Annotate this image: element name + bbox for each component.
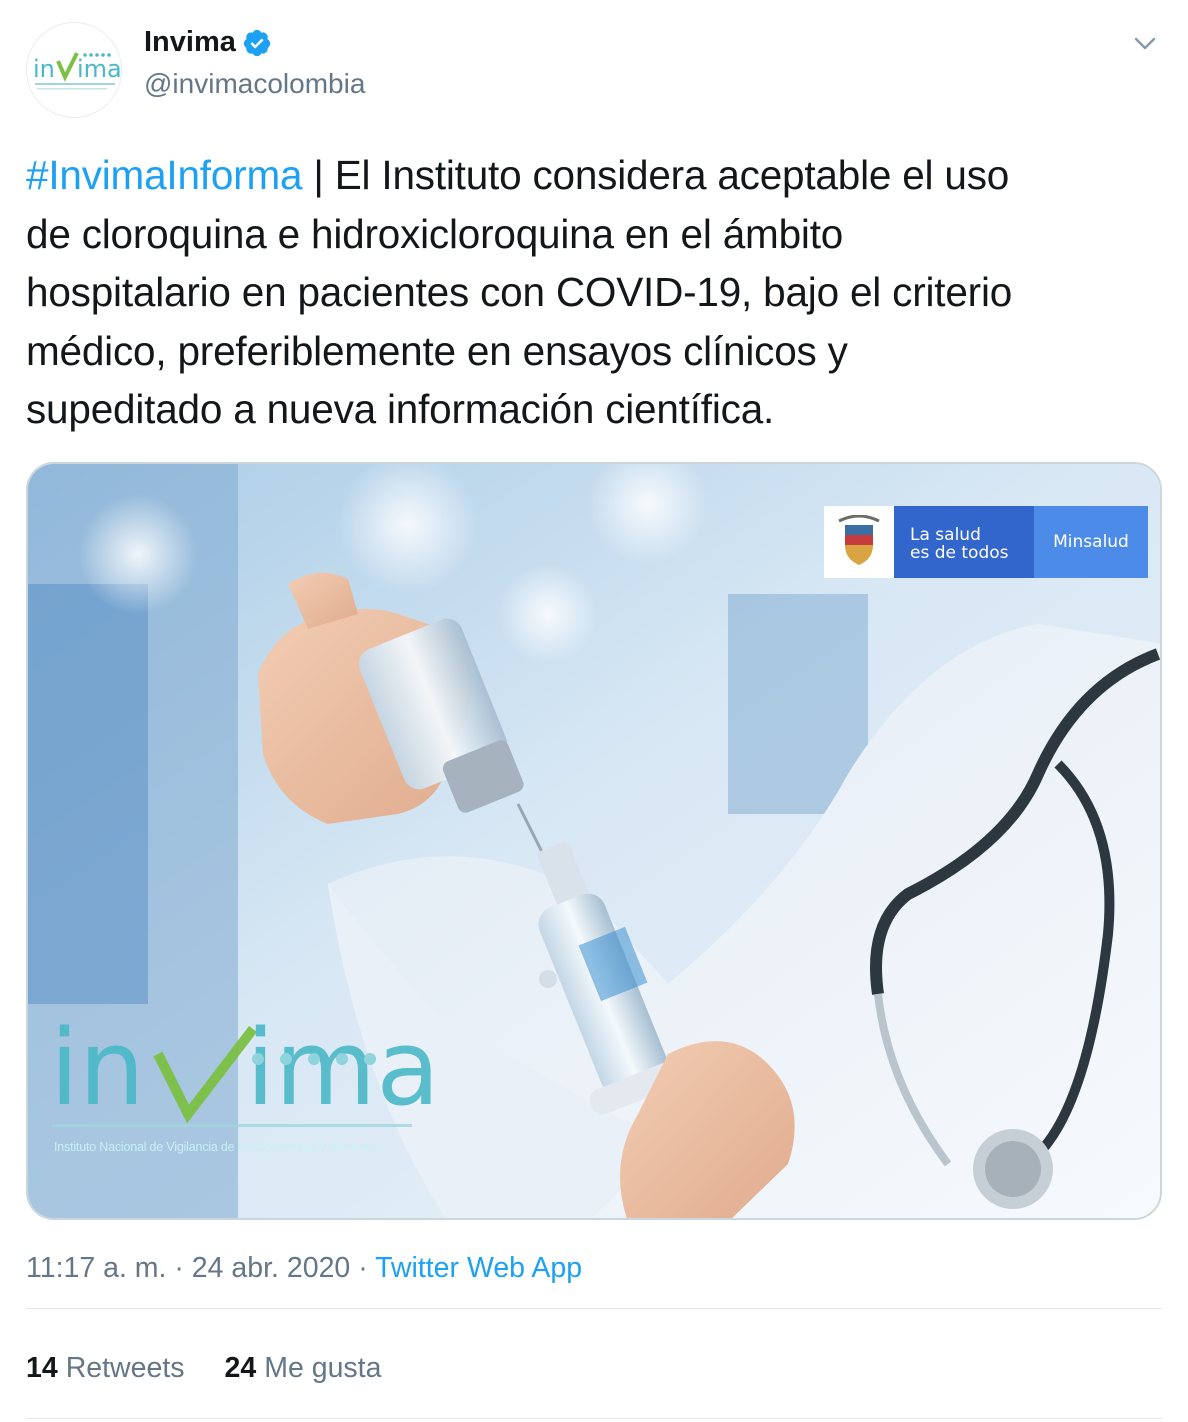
tweet-date[interactable]: 24 abr. 2020: [192, 1252, 350, 1284]
likes-count: 24: [224, 1352, 257, 1384]
tweet-media-image[interactable]: in ima Instituto Nacional de Vigilancia …: [26, 462, 1162, 1220]
invima-logo-icon: in ima: [27, 23, 122, 117]
svg-text:ima: ima: [77, 55, 122, 83]
author-avatar[interactable]: in ima: [26, 22, 122, 118]
minsalud-slogan: La salud es de todos: [894, 506, 1034, 578]
slogan-line-1: La salud: [910, 525, 981, 545]
retweets-count: 14: [26, 1352, 58, 1384]
svg-text:in: in: [33, 55, 55, 83]
tweet-text-line: supeditado a nueva información científic…: [26, 386, 775, 432]
invima-logo-subtitle: Instituto Nacional de Vigilancia de Medi…: [54, 1140, 382, 1154]
tweet-meta: 11:17 a. m. · 24 abr. 2020 · Twitter Web…: [26, 1252, 582, 1285]
tweet-header: in ima Invima @invimacolombia: [26, 22, 1162, 118]
retweets-stat[interactable]: 14 Retweets: [26, 1352, 185, 1385]
likes-stat[interactable]: 24 Me gusta: [225, 1352, 382, 1385]
tweet-text-line: | El Instituto considera aceptable el us…: [302, 152, 1010, 198]
tweet-text: #InvimaInforma | El Instituto considera …: [26, 146, 1156, 439]
name-line: Invima: [144, 26, 272, 59]
chevron-down-icon[interactable]: [1128, 30, 1162, 58]
author-display-name[interactable]: Invima: [144, 26, 236, 59]
author-handle[interactable]: @invimacolombia: [144, 68, 365, 100]
tweet-text-line: hospitalario en pacientes con COVID-19, …: [26, 269, 1013, 315]
tweet-text-line: médico, preferiblemente en ensayos clíni…: [26, 327, 848, 374]
hashtag-link[interactable]: #InvimaInforma: [26, 152, 303, 198]
likes-label: Me gusta: [264, 1352, 382, 1384]
colombia-crest-icon: [824, 506, 894, 578]
divider: [26, 1418, 1162, 1419]
meta-separator: ·: [166, 1252, 192, 1284]
tweet-time[interactable]: 11:17 a. m.: [26, 1252, 166, 1284]
minsalud-label: Minsalud: [1034, 506, 1148, 578]
tweet-stats: 14 Retweets 24 Me gusta: [26, 1352, 421, 1385]
tweet-source-link[interactable]: Twitter Web App: [375, 1252, 582, 1284]
svg-text:in: in: [50, 1007, 145, 1129]
divider: [26, 1308, 1162, 1309]
verified-badge-icon: [243, 29, 270, 56]
tweet-text-line: de cloroquina e hidroxicloroquina en el …: [26, 210, 844, 257]
meta-separator: ·: [350, 1252, 376, 1284]
minsalud-badge: La salud es de todos Minsalud: [824, 506, 1148, 578]
slogan-line-2: es de todos: [910, 543, 1009, 563]
retweets-label: Retweets: [65, 1352, 185, 1384]
svg-text:ima: ima: [246, 1007, 440, 1129]
